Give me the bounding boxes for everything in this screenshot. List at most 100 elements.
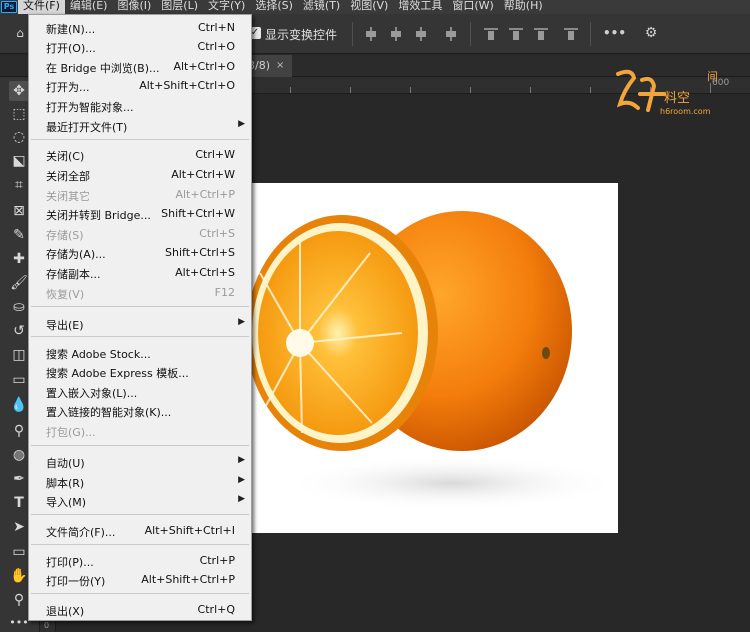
- more-options-icon[interactable]: •••: [603, 25, 626, 41]
- align-right-icon[interactable]: [414, 27, 428, 41]
- file-menu-dropdown: 新建(N)... Ctrl+N 打开(O)... Ctrl+O 在 Bridge 中…: [28, 14, 252, 621]
- divider: [352, 22, 353, 46]
- menu-bar: Ps 文件(F) 编辑(E) 图像(I) 图层(L) 文字(Y) 选择(S) 滤…: [0, 0, 750, 14]
- menu-item-exit[interactable]: 退出(X) Ctrl+Q: [29, 600, 251, 619]
- path-selection-tool-icon[interactable]: ➤: [9, 517, 29, 537]
- rectangle-tool-icon[interactable]: ▭: [9, 542, 29, 562]
- submenu-arrow-icon: ▶: [238, 475, 245, 485]
- menu-separator: [31, 514, 249, 515]
- menu-image[interactable]: 图像(I): [112, 0, 156, 14]
- svg-text:间: 间: [707, 70, 718, 83]
- submenu-arrow-icon: ▶: [238, 317, 245, 327]
- menu-item-import[interactable]: 导入(M) ▶: [29, 491, 251, 510]
- type-tool-icon[interactable]: T: [9, 493, 29, 513]
- align-middle-icon[interactable]: [509, 27, 523, 41]
- menu-separator: [31, 306, 249, 307]
- svg-text:料空: 料空: [664, 91, 690, 106]
- healing-brush-tool-icon[interactable]: ✚: [9, 249, 29, 269]
- menu-item-close-go-bridge[interactable]: 关闭并转到 Bridge... Shift+Ctrl+W: [29, 204, 251, 223]
- menu-separator: [31, 544, 249, 545]
- menu-edit[interactable]: 编辑(E): [65, 0, 113, 14]
- hand-tool-icon[interactable]: ✋: [9, 566, 29, 586]
- menu-item-recent-files[interactable]: 最近打开文件(T) ▶: [29, 116, 251, 135]
- ruler-label: 0: [44, 621, 50, 630]
- menu-select[interactable]: 选择(S): [250, 0, 298, 14]
- menu-item-open-as[interactable]: 打开为... Alt+Shift+Ctrl+O: [29, 76, 251, 95]
- move-tool-icon[interactable]: ✥: [9, 81, 29, 101]
- crop-tool-icon[interactable]: ⌗: [9, 175, 29, 195]
- photoshop-window: Ps 文件(F) 编辑(E) 图像(I) 图层(L) 文字(Y) 选择(S) 滤…: [0, 0, 750, 632]
- divider: [470, 22, 471, 46]
- orange-photo: [252, 211, 618, 511]
- menu-item-new[interactable]: 新建(N)... Ctrl+N: [29, 18, 251, 37]
- divider: [590, 22, 591, 46]
- dodge-tool-icon[interactable]: ⚲: [9, 421, 29, 441]
- home-icon[interactable]: ⌂: [12, 25, 28, 41]
- blur-tool-icon[interactable]: 💧: [9, 395, 29, 415]
- menu-item-revert: 恢复(V) F12: [46, 286, 235, 301]
- align-center-icon[interactable]: [389, 27, 403, 41]
- submenu-arrow-icon: ▶: [238, 494, 245, 504]
- show-transform-label: 显示变换控件: [265, 28, 338, 42]
- menu-type[interactable]: 文字(Y): [203, 0, 250, 14]
- menu-item-search-stock[interactable]: 搜索 Adobe Stock...: [29, 343, 251, 362]
- menu-item-export[interactable]: 导出(E) ▶: [29, 314, 251, 333]
- menu-layer[interactable]: 图层(L): [156, 0, 203, 14]
- menu-separator: [31, 336, 249, 337]
- menu-separator: [31, 593, 249, 594]
- menu-item-browse-bridge[interactable]: 在 Bridge 中浏览(B)... Alt+Ctrl+O: [29, 57, 251, 76]
- watermark-logo-icon: 料空 间 h6room.com: [616, 69, 718, 116]
- menu-item-close[interactable]: 关闭(C) Ctrl+W: [29, 145, 251, 164]
- menu-help[interactable]: 帮助(H): [499, 0, 548, 14]
- menu-item-save-copy[interactable]: 存储副本... Alt+Ctrl+S: [29, 263, 251, 282]
- menu-filter[interactable]: 滤镜(T): [298, 0, 345, 14]
- menu-item-save-as[interactable]: 存储为(A)... Shift+Ctrl+S: [29, 243, 251, 262]
- clone-stamp-tool-icon[interactable]: ⛀: [9, 297, 29, 317]
- gradient-tool-icon[interactable]: ▭: [9, 370, 29, 390]
- distribute-vertical-icon[interactable]: [564, 27, 578, 41]
- menu-window[interactable]: 窗口(W): [447, 0, 498, 14]
- menu-item-search-express[interactable]: 搜索 Adobe Express 模板...: [29, 362, 251, 381]
- menu-separator: [31, 445, 249, 446]
- eraser-tool-icon[interactable]: ◫: [9, 345, 29, 365]
- menu-item-print-one-copy[interactable]: 打印一份(Y) Alt+Shift+Ctrl+P: [29, 570, 251, 589]
- menu-item-print[interactable]: 打印(P)... Ctrl+P: [29, 551, 251, 570]
- close-tab-icon[interactable]: ×: [276, 55, 284, 77]
- submenu-arrow-icon: ▶: [238, 455, 245, 465]
- marquee-tool-icon[interactable]: ⬚: [9, 104, 29, 124]
- menu-item-close-all[interactable]: 关闭全部 Alt+Ctrl+W: [29, 165, 251, 184]
- zoom-tool-icon[interactable]: ⚲: [9, 590, 29, 610]
- magnify-dodge-icon[interactable]: ◍: [9, 445, 29, 465]
- photoshop-logo-icon: Ps: [0, 0, 18, 14]
- menu-plugins[interactable]: 增效工具: [393, 0, 447, 14]
- quick-selection-tool-icon[interactable]: ⬕: [9, 151, 29, 171]
- menu-item-save: 存储(S) Ctrl+S: [46, 227, 235, 242]
- align-top-icon[interactable]: [484, 27, 498, 41]
- menu-item-place-linked[interactable]: 置入链接的智能对象(K)...: [29, 401, 251, 420]
- align-bottom-icon[interactable]: [534, 27, 548, 41]
- frame-tool-icon[interactable]: ⊠: [9, 201, 29, 221]
- more-tools-icon[interactable]: •••: [9, 613, 29, 632]
- align-left-icon[interactable]: [364, 27, 378, 41]
- lasso-tool-icon[interactable]: ◌: [9, 127, 29, 147]
- menu-item-file-info[interactable]: 文件简介(F)... Alt+Shift+Ctrl+I: [29, 521, 251, 540]
- menu-item-scripts[interactable]: 脚本(R) ▶: [29, 472, 251, 491]
- history-brush-tool-icon[interactable]: ↺: [9, 321, 29, 341]
- svg-text:h6room.com: h6room.com: [660, 107, 711, 116]
- menu-item-close-others: 关闭其它 Alt+Ctrl+P: [46, 188, 235, 203]
- document-canvas[interactable]: [252, 183, 618, 533]
- brush-tool-icon[interactable]: 🖌: [9, 273, 29, 293]
- menu-item-open-smart-object[interactable]: 打开为智能对象...: [29, 96, 251, 115]
- menu-separator: [31, 139, 249, 140]
- menu-item-automate[interactable]: 自动(U) ▶: [29, 452, 251, 471]
- menu-item-place-embedded[interactable]: 置入嵌入对象(L)...: [29, 382, 251, 401]
- align-distribute-icon[interactable]: [444, 27, 458, 41]
- menu-view[interactable]: 视图(V): [345, 0, 393, 14]
- submenu-arrow-icon: ▶: [238, 119, 245, 129]
- eyedropper-tool-icon[interactable]: ✎: [9, 225, 29, 245]
- menu-item-package: 打包(G)...: [46, 426, 96, 439]
- pen-tool-icon[interactable]: ✒: [9, 469, 29, 489]
- menu-file[interactable]: 文件(F): [18, 0, 65, 14]
- settings-gear-icon[interactable]: ⚙: [643, 25, 659, 41]
- menu-item-open[interactable]: 打开(O)... Ctrl+O: [29, 37, 251, 56]
